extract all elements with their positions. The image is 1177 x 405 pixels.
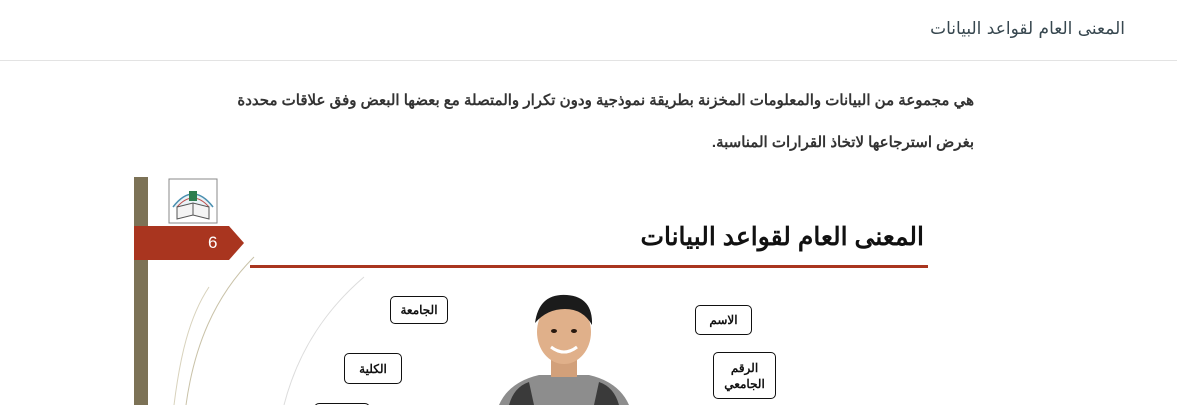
box-student-id: الرقم الجامعي xyxy=(713,352,776,399)
student-photo xyxy=(499,294,629,405)
page-header: المعنى العام لقواعد البيانات xyxy=(0,0,1177,61)
slide-title: المعنى العام لقواعد البيانات xyxy=(640,223,924,251)
title-underline xyxy=(250,265,928,268)
slide-image: 6 المعنى العام لقواعد البيانات الجامعة ا… xyxy=(134,177,954,405)
intro-line-1: هي مجموعة من البيانات والمعلومات المخزنة… xyxy=(237,92,974,109)
page-title: المعنى العام لقواعد البيانات xyxy=(930,19,1125,39)
box-university: الجامعة xyxy=(390,296,448,324)
box-college: الكلية xyxy=(344,353,402,384)
box-name: الاسم xyxy=(695,305,752,335)
slide-number-tag: 6 xyxy=(134,226,244,260)
university-logo-icon xyxy=(168,178,218,224)
intro-line-2: بغرض استرجاعها لاتخاذ القرارات المناسبة. xyxy=(711,134,974,151)
intro-paragraph: هي مجموعة من البيانات والمعلومات المخزنة… xyxy=(174,80,974,164)
slide-number: 6 xyxy=(208,233,218,252)
